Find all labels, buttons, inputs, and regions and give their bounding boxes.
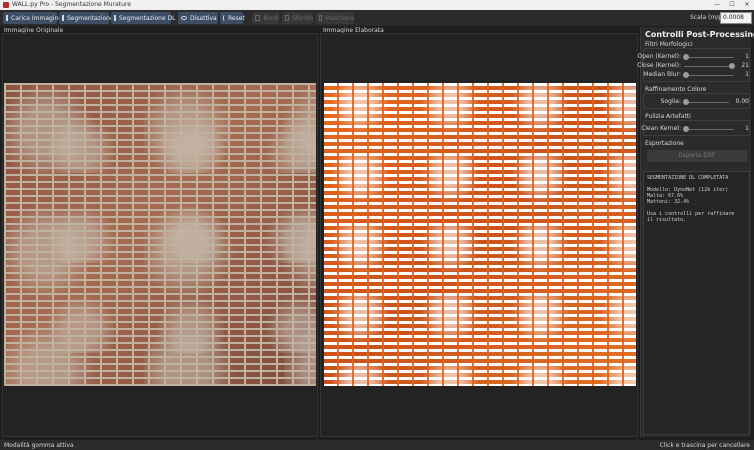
load-image-label: Carica Immagine xyxy=(11,14,62,22)
status-left: Modalità gomma attiva xyxy=(4,442,74,449)
bordi-icon xyxy=(255,15,261,21)
clean-kernel-value: 1 xyxy=(745,125,749,132)
post-processing-sidebar: Controlli Post-Processing Filtri Morfolo… xyxy=(637,27,754,437)
disable-label: Disattiva xyxy=(190,14,217,22)
maschera-label: Maschera xyxy=(325,14,354,22)
reset-label: Reset xyxy=(228,14,245,22)
toolbar: Carica Immagine Segmentazione Segmentazi… xyxy=(0,10,754,26)
open-kernel-value: 1 xyxy=(745,53,749,60)
median-blur-thumb[interactable] xyxy=(683,72,689,78)
grid-dl-icon xyxy=(114,15,116,21)
close-kernel-row: Close (Kernel): 21 xyxy=(637,62,751,70)
bordi-button[interactable]: Bordi xyxy=(252,12,279,24)
open-kernel-row: Open (Kernel): 1 xyxy=(638,53,751,61)
bordi-label: Bordi xyxy=(263,14,279,22)
open-kernel-label: Open (Kernel): xyxy=(637,53,682,60)
close-kernel-value: 21 xyxy=(741,62,749,69)
artifacts-section-label: Pulizia Artefatti xyxy=(645,113,691,120)
clean-kernel-thumb[interactable] xyxy=(683,126,689,132)
sidebar-title: Controlli Post-Processing xyxy=(645,30,754,39)
segmentation-button[interactable]: Segmentazione xyxy=(59,12,114,24)
median-blur-value: 1 xyxy=(745,71,749,78)
threshold-value: 0.00 xyxy=(735,98,749,105)
median-blur-slider[interactable] xyxy=(683,72,734,78)
segmentation-label: Segmentazione xyxy=(67,14,114,22)
median-blur-row: Median Blur: 1 xyxy=(643,71,751,79)
close-kernel-label: Close (Kernel): xyxy=(637,62,681,69)
sfondo-label: Sfondo xyxy=(292,14,313,22)
original-image xyxy=(4,83,316,386)
segmentation-dl-button[interactable]: Segmentazione DL xyxy=(111,12,176,24)
maximize-button[interactable]: ☐ xyxy=(727,1,737,9)
reset-button[interactable]: Reset xyxy=(220,12,245,24)
segmentation-dl-label: Segmentazione DL xyxy=(119,14,176,22)
grid-icon xyxy=(62,15,64,21)
sfondo-button[interactable]: Sfondo xyxy=(282,12,313,24)
clean-kernel-label: Clean Kernel: xyxy=(641,125,681,132)
threshold-slider[interactable] xyxy=(683,99,729,105)
open-kernel-slider[interactable] xyxy=(683,54,734,60)
export-dxf-button[interactable]: Esporta DXF xyxy=(647,150,747,162)
eye-icon xyxy=(181,16,187,20)
processed-image[interactable] xyxy=(324,83,636,386)
scale-input[interactable]: 0.0008 xyxy=(720,12,752,24)
app-icon xyxy=(3,2,9,8)
median-blur-label: Median Blur: xyxy=(643,71,681,78)
clean-kernel-row: Clean Kernel: 1 xyxy=(641,125,751,133)
status-right: Click e trascina per cancellare xyxy=(659,442,750,449)
threshold-thumb[interactable] xyxy=(683,99,689,105)
color-section-label: Raffinamento Colore xyxy=(645,86,707,93)
filters-section-label: Filtri Morfologici xyxy=(645,41,693,48)
color-section: Soglia: 0.00 xyxy=(643,93,750,109)
threshold-label: Soglia: xyxy=(660,98,681,105)
title-bar: WALL.py Pro - Segmentazione Murature — ☐… xyxy=(0,0,754,10)
artifacts-section: Clean Kernel: 1 xyxy=(641,120,751,136)
status-bar: Modalità gomma attiva Click e trascina p… xyxy=(0,440,754,450)
close-button[interactable]: ✕ xyxy=(742,1,752,9)
reset-icon xyxy=(223,15,225,21)
minimize-button[interactable]: — xyxy=(712,1,722,9)
disable-button[interactable]: Disattiva xyxy=(178,12,218,24)
export-section-label: Esportazione xyxy=(645,140,684,147)
open-kernel-thumb[interactable] xyxy=(683,54,689,60)
filters-section: Open (Kernel): 1 Close (Kernel): 21 Medi… xyxy=(637,48,751,82)
maschera-icon xyxy=(319,15,323,21)
close-kernel-slider[interactable] xyxy=(684,63,735,69)
clean-kernel-slider[interactable] xyxy=(683,126,734,132)
status-log: SEGMENTAZIONE DL COMPLETATA Modello: Dyn… xyxy=(643,171,750,435)
folder-icon xyxy=(6,15,8,21)
window-title: WALL.py Pro - Segmentazione Murature xyxy=(12,1,131,8)
sfondo-icon xyxy=(285,15,290,21)
load-image-button[interactable]: Carica Immagine xyxy=(3,12,62,24)
threshold-row: Soglia: 0.00 xyxy=(644,98,751,106)
log-line: il risultato. xyxy=(647,217,687,223)
maschera-button[interactable]: Maschera xyxy=(316,12,354,24)
close-kernel-thumb[interactable] xyxy=(729,63,735,69)
